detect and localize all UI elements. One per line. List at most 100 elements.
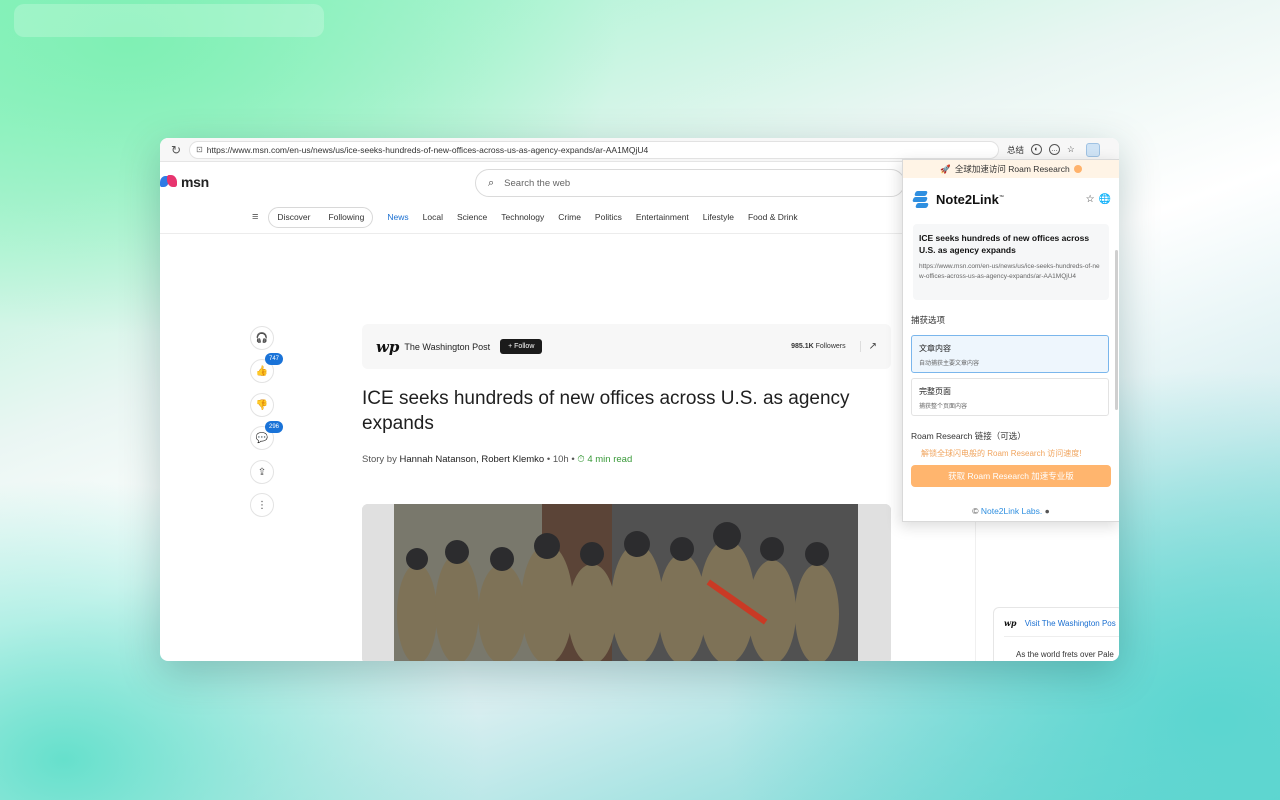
rocket-icon: 🚀 [940, 163, 951, 174]
capture-options-label: 捕获选项 [911, 315, 946, 325]
follow-button[interactable]: + Follow [500, 339, 543, 354]
share-button[interactable]: ⇪ [250, 460, 274, 484]
option-desc: 自动捕获主要文章内容 [919, 361, 980, 367]
promo-title[interactable]: Visit The Washington Pos [1025, 619, 1116, 628]
promo-logo: wp [1004, 618, 1017, 628]
byline-prefix: Story by [362, 454, 397, 465]
read-time: 4 min read [587, 454, 633, 465]
byline-age: 10h [552, 454, 569, 465]
listen-button[interactable]: 🎧 [250, 326, 274, 350]
nav-entertainment[interactable]: Entertainment [636, 212, 689, 222]
popup-header: Note2Link™ ☆ 🌐 [903, 178, 1119, 212]
tab-following[interactable]: Following [328, 212, 364, 222]
msn-logo-text: msn [181, 174, 209, 190]
status-dot-icon [1073, 165, 1082, 173]
external-link-icon[interactable]: ↗ [859, 341, 877, 352]
copilot-icon[interactable]: ◐ [1031, 144, 1043, 155]
option-title: 文章内容 [919, 344, 951, 353]
nav-crime[interactable]: Crime [558, 212, 581, 222]
header-actions: ☆ 🌐 [1086, 194, 1111, 205]
app-title: Note2Link™ [936, 192, 1004, 207]
browser-window: ↻ ⊡ https://www.msn.com/en-us/news/us/ic… [160, 138, 1119, 661]
star-icon[interactable]: ☆ [1086, 194, 1095, 205]
captured-article-url: https://www.msn.com/en-us/news/us/ice-se… [919, 263, 1100, 280]
promo-divider [1004, 636, 1119, 637]
url-field[interactable]: ⊡ https://www.msn.com/en-us/news/us/ice-… [189, 140, 999, 159]
app-name: Note2Link [936, 191, 999, 207]
article-headline: ICE seeks hundreds of new offices across… [362, 388, 850, 434]
popup-footer: © Note2Link Labs. ● [903, 506, 1119, 516]
get-pro-button[interactable]: 获取 Roam Research 加速专业版 [911, 465, 1111, 487]
msn-logo[interactable]: msn [160, 174, 209, 190]
url-text: https://www.msn.com/en-us/news/us/ice-se… [206, 144, 649, 155]
publisher-logo[interactable]: wp [376, 338, 399, 356]
site-info-icon[interactable]: ⊡ [196, 145, 203, 154]
roam-link-label: Roam Research 链接（可选） [911, 431, 1026, 441]
promo-text[interactable]: As the world frets over Pale [1016, 650, 1114, 659]
byline-sep-1: • [546, 454, 551, 465]
favorite-star-icon[interactable]: ☆ [1067, 144, 1075, 155]
hero-photo-illustration [362, 504, 891, 661]
nav-local[interactable]: Local [423, 212, 443, 222]
publisher-card: wp The Washington Post + Follow 985.1K F… [362, 324, 891, 369]
summary-button[interactable]: 总结 [1007, 144, 1024, 156]
globe-icon[interactable]: 🌐 [1099, 194, 1111, 205]
captured-article-title: ICE seeks hundreds of new offices across… [919, 233, 1090, 255]
thumbs-up-icon: 👍 [255, 365, 269, 377]
msn-butterfly-icon [160, 174, 178, 190]
promo-header: wp Visit The Washington Pos [1004, 618, 1116, 628]
hero-image[interactable] [362, 504, 891, 661]
comment-count-badge: 296 [265, 421, 283, 433]
more-icon[interactable]: … [1049, 144, 1061, 155]
dislike-button[interactable]: 👎 [250, 393, 274, 417]
captured-article-card: ICE seeks hundreds of new offices across… [913, 224, 1109, 300]
byline: Story by Hannah Natanson, Robert Klemko … [362, 454, 632, 465]
thumbs-down-icon: 👎 [255, 399, 269, 411]
publisher-name[interactable]: The Washington Post [404, 342, 490, 352]
comment-icon: 💬 [255, 432, 269, 444]
extension-icon[interactable] [1085, 142, 1100, 157]
trademark-mark: ™ [998, 194, 1004, 201]
option-desc: 捕获整个页面内容 [919, 404, 968, 410]
labs-link[interactable]: Note2Link Labs. [981, 506, 1042, 516]
feed-toggle: Discover Following [268, 206, 374, 228]
news-nav: ≡ Discover Following News Local Science … [252, 206, 812, 228]
search-icon: ⌕ [488, 176, 495, 189]
note2link-popup: 🚀 全球加速访问 Roam Research Note2Link™ ☆ 🌐 IC… [902, 159, 1119, 522]
nav-lifestyle[interactable]: Lifestyle [703, 212, 734, 222]
address-bar-actions: 总结 ◐ … ☆ [1007, 142, 1100, 157]
banner-text: 全球加速访问 Roam Research [954, 164, 1070, 174]
nav-news[interactable]: News [387, 212, 408, 222]
option-title: 完整页面 [919, 387, 951, 396]
headphones-icon: 🎧 [255, 332, 269, 344]
decorative-blur-bar [14, 4, 324, 37]
option-article-content[interactable]: 文章内容 自动捕获主要文章内容 [911, 335, 1109, 373]
vertical-dots-icon: ⋮ [257, 499, 267, 511]
tab-discover[interactable]: Discover [277, 212, 310, 222]
byline-authors[interactable]: Hannah Natanson, Robert Klemko [400, 454, 545, 465]
nav-politics[interactable]: Politics [595, 212, 622, 222]
more-options-button[interactable]: ⋮ [250, 493, 274, 517]
followers-number: 985.1K [791, 343, 814, 350]
roam-link-hint[interactable]: 解锁全球闪电般的 Roam Research 访问速度! [921, 448, 1119, 459]
nav-technology[interactable]: Technology [501, 212, 544, 222]
copyright-symbol: © [972, 506, 979, 516]
menu-icon[interactable]: ≡ [252, 211, 258, 223]
publisher-promo[interactable]: wp Visit The Washington Pos As the world… [993, 607, 1119, 661]
popup-scrollbar[interactable] [1115, 250, 1118, 410]
byline-sep-2: • [571, 454, 575, 465]
option-full-page[interactable]: 完整页面 捕获整个页面内容 [911, 378, 1109, 416]
followers-count: 985.1K Followers [791, 343, 845, 350]
github-icon[interactable]: ● [1045, 506, 1050, 516]
like-count-badge: 747 [265, 353, 283, 365]
timer-icon: ⏱ [577, 454, 585, 465]
search-placeholder: Search the web [504, 177, 571, 189]
nav-food-drink[interactable]: Food & Drink [748, 212, 798, 222]
header-divider [160, 233, 975, 234]
reload-icon[interactable]: ↻ [169, 143, 183, 157]
promo-banner[interactable]: 🚀 全球加速访问 Roam Research [903, 160, 1119, 178]
nav-science[interactable]: Science [457, 212, 487, 222]
note2link-logo-icon [911, 189, 931, 209]
share-icon: ⇪ [257, 466, 267, 478]
search-box[interactable]: ⌕ Search the web [475, 169, 905, 197]
